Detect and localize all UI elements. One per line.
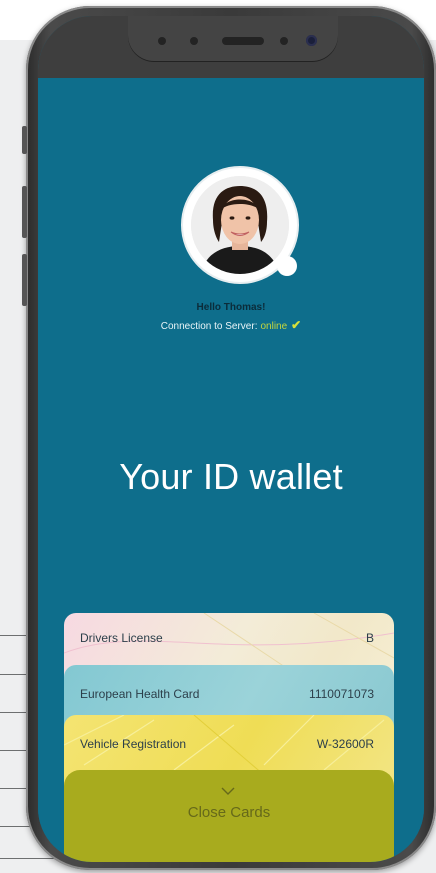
phone-side-button — [22, 254, 27, 306]
phone-screen: Hello Thomas! Connection to Server: onlin… — [38, 16, 424, 862]
sensor-dot — [190, 37, 198, 45]
phone-notch — [128, 16, 338, 62]
greeting-text: Hello Thomas! — [196, 302, 266, 313]
check-icon: ✔ — [291, 318, 302, 332]
front-camera — [306, 35, 317, 46]
speaker-grille — [222, 37, 264, 45]
avatar[interactable] — [181, 166, 299, 284]
chevron-down-icon — [221, 787, 235, 795]
portrait-icon — [191, 176, 289, 274]
card-value: B — [365, 631, 374, 645]
phone-side-button — [22, 186, 27, 238]
close-cards-button[interactable]: Close Cards — [64, 770, 394, 862]
connection-label: Connection to Server: — [160, 321, 258, 332]
online-status: online — [260, 321, 288, 332]
sensor-dot — [158, 37, 166, 45]
status-indicator — [277, 256, 297, 276]
status-bar — [38, 16, 424, 78]
close-cards-label: Close Cards — [187, 804, 271, 821]
sensor-dot — [280, 37, 288, 45]
page-title: Your ID wallet — [119, 456, 343, 497]
card-value: W-32600R — [316, 737, 374, 751]
phone-frame: Hello Thomas! Connection to Server: onlin… — [22, 6, 436, 870]
wallet-screen: Hello Thomas! Connection to Server: onlin… — [38, 78, 424, 862]
phone-side-button — [22, 126, 27, 154]
card-label: European Health Card — [80, 687, 200, 701]
card-label: Drivers License — [80, 631, 163, 645]
card-value: 1110071073 — [309, 687, 374, 701]
connection-status: Connection to Server: online ✔ — [38, 318, 424, 332]
avatar-photo — [191, 176, 289, 274]
card-label: Vehicle Registration — [80, 737, 187, 751]
